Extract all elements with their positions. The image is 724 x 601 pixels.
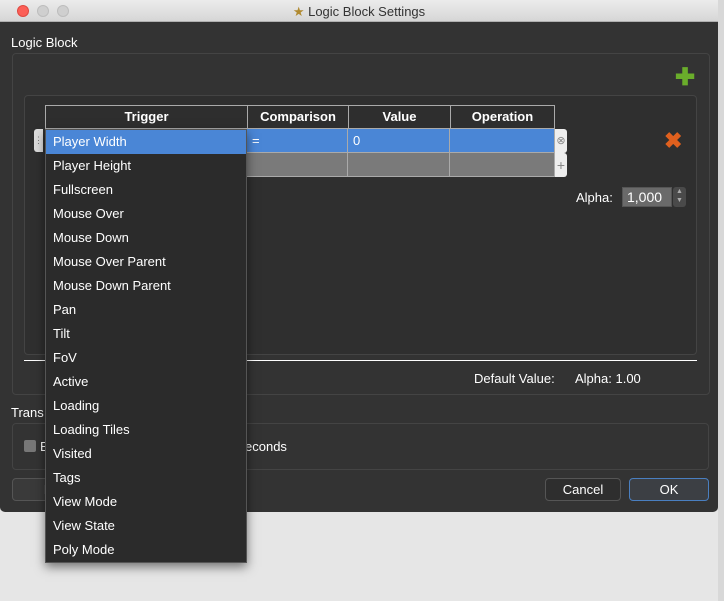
window-title: ★ Logic Block Settings bbox=[0, 4, 718, 20]
table-row[interactable]: = 0 bbox=[247, 129, 555, 153]
background-window bbox=[718, 0, 724, 601]
dropdown-option[interactable]: View Mode bbox=[46, 490, 246, 514]
dropdown-option[interactable]: Fullscreen bbox=[46, 178, 246, 202]
empty-cell[interactable] bbox=[348, 153, 450, 177]
dropdown-option[interactable]: View State bbox=[46, 514, 246, 538]
dropdown-option[interactable]: Player Width bbox=[46, 130, 246, 154]
operation-cell[interactable] bbox=[450, 129, 555, 153]
alpha-stepper[interactable]: ▲ ▼ bbox=[673, 187, 686, 207]
col-comparison[interactable]: Comparison bbox=[247, 105, 349, 129]
app-icon: ★ bbox=[292, 4, 309, 19]
dropdown-option[interactable]: Mouse Over bbox=[46, 202, 246, 226]
dropdown-option[interactable]: Mouse Down Parent bbox=[46, 274, 246, 298]
add-block-icon[interactable]: ✚ bbox=[675, 63, 695, 92]
dropdown-option[interactable]: Tilt bbox=[46, 322, 246, 346]
cancel-button[interactable]: Cancel bbox=[545, 478, 621, 501]
dropdown-option[interactable]: Visited bbox=[46, 442, 246, 466]
transition-checkbox[interactable] bbox=[24, 440, 36, 452]
window-title-text: Logic Block Settings bbox=[308, 4, 426, 19]
dropdown-option[interactable]: Mouse Over Parent bbox=[46, 250, 246, 274]
trigger-dropdown[interactable]: Player Width Player Height Fullscreen Mouse… bbox=[45, 129, 247, 563]
alpha-input[interactable]: 1,000 bbox=[622, 187, 672, 207]
remove-row-icon[interactable]: ⊗ bbox=[555, 129, 567, 153]
dropdown-option[interactable]: Pan bbox=[46, 298, 246, 322]
empty-cell[interactable] bbox=[450, 153, 555, 177]
dropdown-option[interactable]: Player Height bbox=[46, 154, 246, 178]
dropdown-option[interactable]: Loading bbox=[46, 394, 246, 418]
dropdown-option[interactable]: Tags bbox=[46, 466, 246, 490]
alpha-label: Alpha: bbox=[576, 190, 613, 205]
dropdown-option[interactable]: Poly Mode bbox=[46, 538, 246, 562]
dropdown-option[interactable]: FoV bbox=[46, 346, 246, 370]
dropdown-option[interactable]: Mouse Down bbox=[46, 226, 246, 250]
value-cell[interactable]: 0 bbox=[348, 129, 450, 153]
delete-block-icon[interactable]: ✖ bbox=[664, 128, 682, 154]
dropdown-option[interactable]: Active bbox=[46, 370, 246, 394]
comparison-cell[interactable]: = bbox=[247, 129, 348, 153]
transition-label: Trans bbox=[11, 405, 44, 420]
ok-button[interactable]: OK bbox=[629, 478, 709, 501]
dropdown-option[interactable]: Loading Tiles bbox=[46, 418, 246, 442]
add-row-icon[interactable]: + bbox=[555, 153, 567, 177]
seconds-label: econds bbox=[245, 439, 287, 454]
default-value: Alpha: 1.00 bbox=[575, 371, 641, 386]
default-value-label: Default Value: bbox=[474, 371, 555, 386]
col-value[interactable]: Value bbox=[348, 105, 451, 129]
empty-cell[interactable] bbox=[247, 153, 348, 177]
title-bar: ★ Logic Block Settings bbox=[0, 0, 718, 22]
col-trigger[interactable]: Trigger bbox=[45, 105, 248, 129]
logic-block-label: Logic Block bbox=[11, 35, 78, 50]
empty-row[interactable] bbox=[247, 153, 555, 177]
col-operation[interactable]: Operation bbox=[450, 105, 555, 129]
drag-handle[interactable]: ⋮ bbox=[34, 129, 43, 152]
